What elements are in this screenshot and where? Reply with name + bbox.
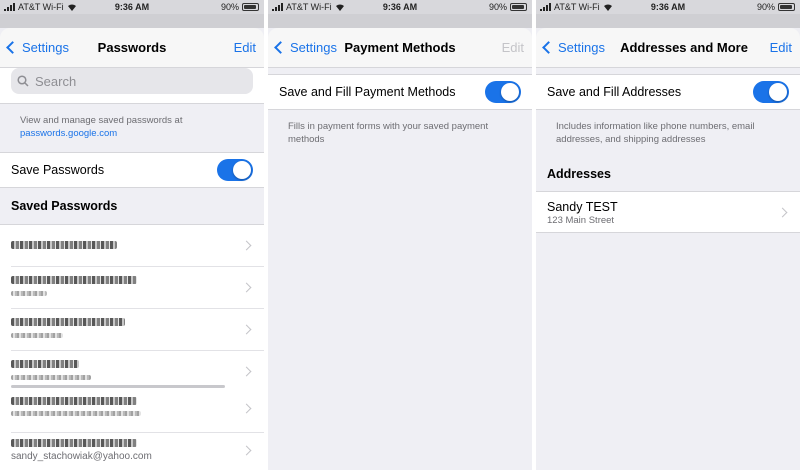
edit-button[interactable]: Edit xyxy=(502,40,524,55)
info-text: View and manage saved passwords at xyxy=(20,115,183,126)
nav-bar: Settings Payment Methods Edit xyxy=(268,28,532,68)
save-fill-addresses-label: Save and Fill Addresses xyxy=(547,85,682,99)
save-passwords-row: Save Passwords xyxy=(0,152,264,188)
saved-passwords-heading: Saved Passwords xyxy=(11,199,118,213)
edit-button[interactable]: Edit xyxy=(234,40,256,55)
save-fill-payment-toggle[interactable] xyxy=(485,81,521,103)
address-name: Sandy TEST xyxy=(547,200,618,214)
battery-percent: 90% xyxy=(488,2,507,12)
redacted-username xyxy=(11,333,63,338)
passwords-link[interactable]: passwords.google.com xyxy=(20,127,250,140)
redacted-site xyxy=(11,318,125,326)
status-bar: AT&T Wi-Fi 9:36 AM 90% xyxy=(0,0,264,14)
chevron-right-icon xyxy=(777,207,788,218)
addresses-footnote: Includes information like phone numbers,… xyxy=(556,121,755,145)
search-placeholder: Search xyxy=(35,73,77,89)
background-browser-bar xyxy=(268,14,532,28)
chevron-right-icon xyxy=(241,403,252,414)
redacted-site xyxy=(11,397,137,405)
save-passwords-label: Save Passwords xyxy=(11,163,105,177)
save-fill-addresses-toggle[interactable] xyxy=(753,81,789,103)
redacted-username xyxy=(11,291,47,296)
chevron-left-icon xyxy=(542,41,555,54)
chevron-right-icon xyxy=(241,282,252,293)
chevron-right-icon xyxy=(241,324,252,335)
list-item[interactable] xyxy=(0,225,264,267)
search-input[interactable]: Search xyxy=(11,68,253,94)
saved-passwords-list: sandy_stachowiak@yahoo.com xyxy=(0,224,264,470)
back-label: Settings xyxy=(558,40,605,55)
chevron-right-icon xyxy=(241,240,252,251)
list-item[interactable] xyxy=(0,267,264,309)
payment-footnote: Fills in payment forms with your saved p… xyxy=(288,121,489,145)
chevron-right-icon xyxy=(241,366,252,377)
list-item[interactable] xyxy=(0,391,264,433)
passwords-screen: AT&T Wi-Fi 9:36 AM 90% Settings Password… xyxy=(0,0,264,470)
chevron-left-icon xyxy=(6,41,19,54)
background-browser-bar xyxy=(0,14,264,28)
search-icon xyxy=(17,75,29,87)
chevron-left-icon xyxy=(274,41,287,54)
save-fill-payment-label: Save and Fill Payment Methods xyxy=(279,85,456,99)
addresses-heading: Addresses xyxy=(547,167,611,181)
info-footnote: View and manage saved passwords at passw… xyxy=(20,114,250,140)
scroll-indicator[interactable] xyxy=(11,385,225,388)
status-bar: AT&T Wi-Fi 9:36 AM 90% xyxy=(536,0,800,14)
redacted-site xyxy=(11,439,137,447)
save-passwords-toggle[interactable] xyxy=(217,159,253,181)
redacted-username xyxy=(11,411,141,416)
back-button[interactable]: Settings xyxy=(6,40,69,55)
battery-percent: 90% xyxy=(220,2,239,12)
battery-percent: 90% xyxy=(756,2,775,12)
addresses-screen: AT&T Wi-Fi 9:36 AM 90% Settings Addresse… xyxy=(536,0,800,470)
redacted-username xyxy=(11,375,91,380)
back-button[interactable]: Settings xyxy=(274,40,337,55)
list-item[interactable] xyxy=(0,309,264,351)
redacted-site xyxy=(11,360,79,368)
status-bar: AT&T Wi-Fi 9:36 AM 90% xyxy=(268,0,532,14)
save-fill-payment-row: Save and Fill Payment Methods xyxy=(268,74,532,110)
nav-bar: Settings Passwords Edit xyxy=(0,28,264,68)
account-email: sandy_stachowiak@yahoo.com xyxy=(11,451,152,462)
back-label: Settings xyxy=(22,40,69,55)
payment-methods-screen: AT&T Wi-Fi 9:36 AM 90% Settings Payment … xyxy=(268,0,532,470)
address-street: 123 Main Street xyxy=(547,215,615,226)
save-fill-addresses-row: Save and Fill Addresses xyxy=(536,74,800,110)
list-item[interactable]: sandy_stachowiak@yahoo.com xyxy=(0,433,264,470)
back-button[interactable]: Settings xyxy=(542,40,605,55)
redacted-site xyxy=(11,241,117,249)
battery-icon xyxy=(510,3,527,11)
edit-button[interactable]: Edit xyxy=(770,40,792,55)
battery-icon xyxy=(778,3,795,11)
background-browser-bar xyxy=(536,14,800,28)
address-row[interactable]: Sandy TEST 123 Main Street xyxy=(536,191,800,233)
redacted-site xyxy=(11,276,137,284)
back-label: Settings xyxy=(290,40,337,55)
chevron-right-icon xyxy=(241,445,252,456)
battery-icon xyxy=(242,3,259,11)
nav-bar: Settings Addresses and More Edit xyxy=(536,28,800,68)
search-bar-container: Search xyxy=(0,68,264,104)
